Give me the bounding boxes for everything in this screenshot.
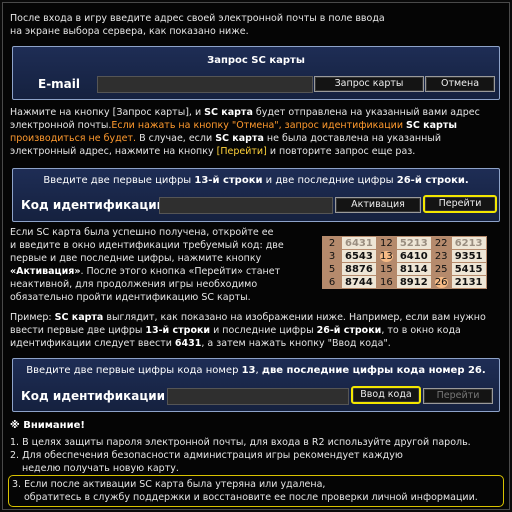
sc-card-request-panel: Запрос SC карты E-mail Запрос карты Отме… [12, 46, 500, 100]
warning-list: 1. В целях защиты пароля электронной поч… [10, 437, 471, 474]
request-card-button[interactable]: Запрос карты [314, 76, 424, 92]
email-label: E-mail [38, 77, 81, 91]
panel-instruction: Введите две первые цифры 13-й строки и д… [43, 175, 469, 186]
highlighted-note: 3. Если после активации SC карта была ут… [8, 475, 504, 507]
id-code-label: Код идентификации [21, 198, 166, 212]
id-code-input[interactable] [159, 197, 333, 214]
go-button[interactable]: Перейти [423, 195, 497, 213]
intro-text: После входа в игру введите адрес своей э… [10, 13, 385, 37]
sc-card-row: 5 8876 15 8114 25 5415 [322, 262, 487, 276]
id-code-label: Код идентификации [21, 389, 166, 403]
warning-title: ※ Внимание! [10, 420, 85, 431]
sc-card-row: 6 8744 16 8912 26 2131 [322, 275, 487, 289]
panel-title: Запрос SC карты [207, 55, 305, 66]
highlight-marker: 26 [434, 276, 448, 288]
sc-card-image: 2 6431 12 5213 22 6213 3 6543 13 6410 23 9351 … [322, 236, 500, 289]
panel-instruction: Введите две первые цифры кода номер 13, … [26, 365, 486, 376]
activate-button[interactable]: Активация [335, 197, 421, 213]
id-code-input[interactable] [167, 388, 349, 405]
example-text: Пример: SC карта выглядит, как показано … [10, 312, 486, 349]
activation-instructions: Если SC карта была успешно получена, отк… [10, 227, 284, 303]
sc-card-row: 2 6431 12 5213 22 6213 [322, 236, 487, 250]
go-button-disabled[interactable]: Перейти [423, 388, 493, 404]
enter-code-button[interactable]: Ввод кода [351, 386, 421, 404]
request-instructions: Нажмите на кнопку [Запрос карты], и SC к… [10, 107, 480, 157]
sc-card-row: 3 6543 13 6410 23 9351 [322, 249, 487, 263]
highlight-marker: 13 [379, 250, 393, 262]
email-input[interactable] [97, 76, 313, 93]
cancel-button[interactable]: Отмена [425, 76, 495, 92]
identification-panel: Введите две первые цифры 13-й строки и д… [12, 168, 500, 222]
code-entry-panel: Введите две первые цифры кода номер 13, … [12, 358, 500, 412]
